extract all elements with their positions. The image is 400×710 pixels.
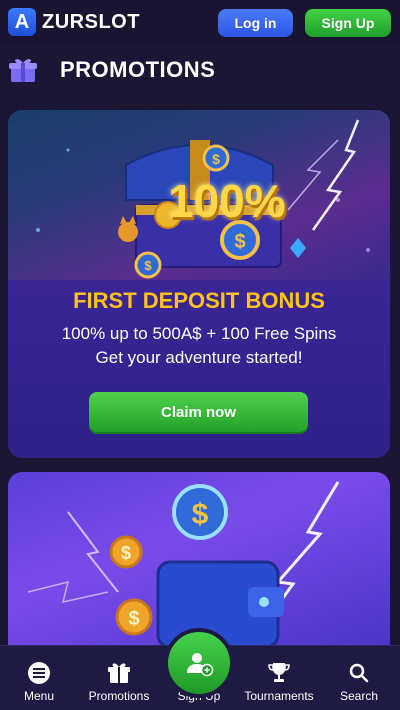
svg-text:$: $ [128, 608, 139, 630]
svg-text:$: $ [121, 543, 131, 563]
promo-card-first-deposit[interactable]: $ $ $ 100% FIRST DEPOSIT BONUS 100% up t… [8, 110, 390, 458]
nav-promotions[interactable]: Promotions [82, 646, 156, 710]
claim-now-button[interactable]: Claim now [89, 392, 308, 432]
menu-icon [28, 662, 50, 684]
treasure-chest-illustration: $ $ $ 100% [8, 110, 390, 280]
page-title: PROMOTIONS [60, 57, 216, 82]
nav-search[interactable]: Search [332, 646, 386, 710]
nav-label-promotions: Promotions [88, 689, 150, 703]
promo-description-line-1: 100% up to 500A$ + 100 Free Spins [61, 324, 337, 343]
nav-menu[interactable]: Menu [12, 646, 66, 710]
nav-label-search: Search [339, 689, 379, 703]
trophy-icon [268, 663, 290, 682]
svg-text:$: $ [192, 498, 209, 531]
promo-card-second[interactable]: $ $ $ [8, 472, 390, 652]
wallet-lightning-illustration: $ $ $ [27, 481, 340, 649]
nav-label-tournaments: Tournaments [244, 689, 314, 703]
gift-icon [9, 59, 37, 82]
signup-button[interactable]: Sign Up [305, 9, 391, 37]
signup-fab-button[interactable] [164, 628, 234, 698]
nav-label-menu: Menu [23, 689, 55, 703]
promo-description-line-2: Get your adventure started! [95, 348, 303, 367]
brand-name: ZURSLOT [42, 10, 140, 33]
top-header: A ZURSLOT Log in Sign Up [0, 0, 400, 44]
logo-badge: A [8, 8, 36, 36]
nav-tournaments[interactable]: Tournaments [236, 646, 322, 710]
add-user-icon [187, 653, 214, 677]
hundred-percent-graphic: 100% [168, 175, 286, 227]
svg-text:$: $ [234, 231, 245, 253]
svg-text:$: $ [144, 258, 152, 273]
search-icon [349, 663, 369, 683]
gift-icon [108, 663, 130, 683]
svg-text:$: $ [212, 151, 220, 167]
login-button[interactable]: Log in [218, 9, 293, 37]
brand-logo[interactable]: A ZURSLOT [8, 8, 140, 36]
promo-title: FIRST DEPOSIT BONUS [73, 288, 325, 313]
page-title-row: PROMOTIONS [0, 50, 400, 90]
